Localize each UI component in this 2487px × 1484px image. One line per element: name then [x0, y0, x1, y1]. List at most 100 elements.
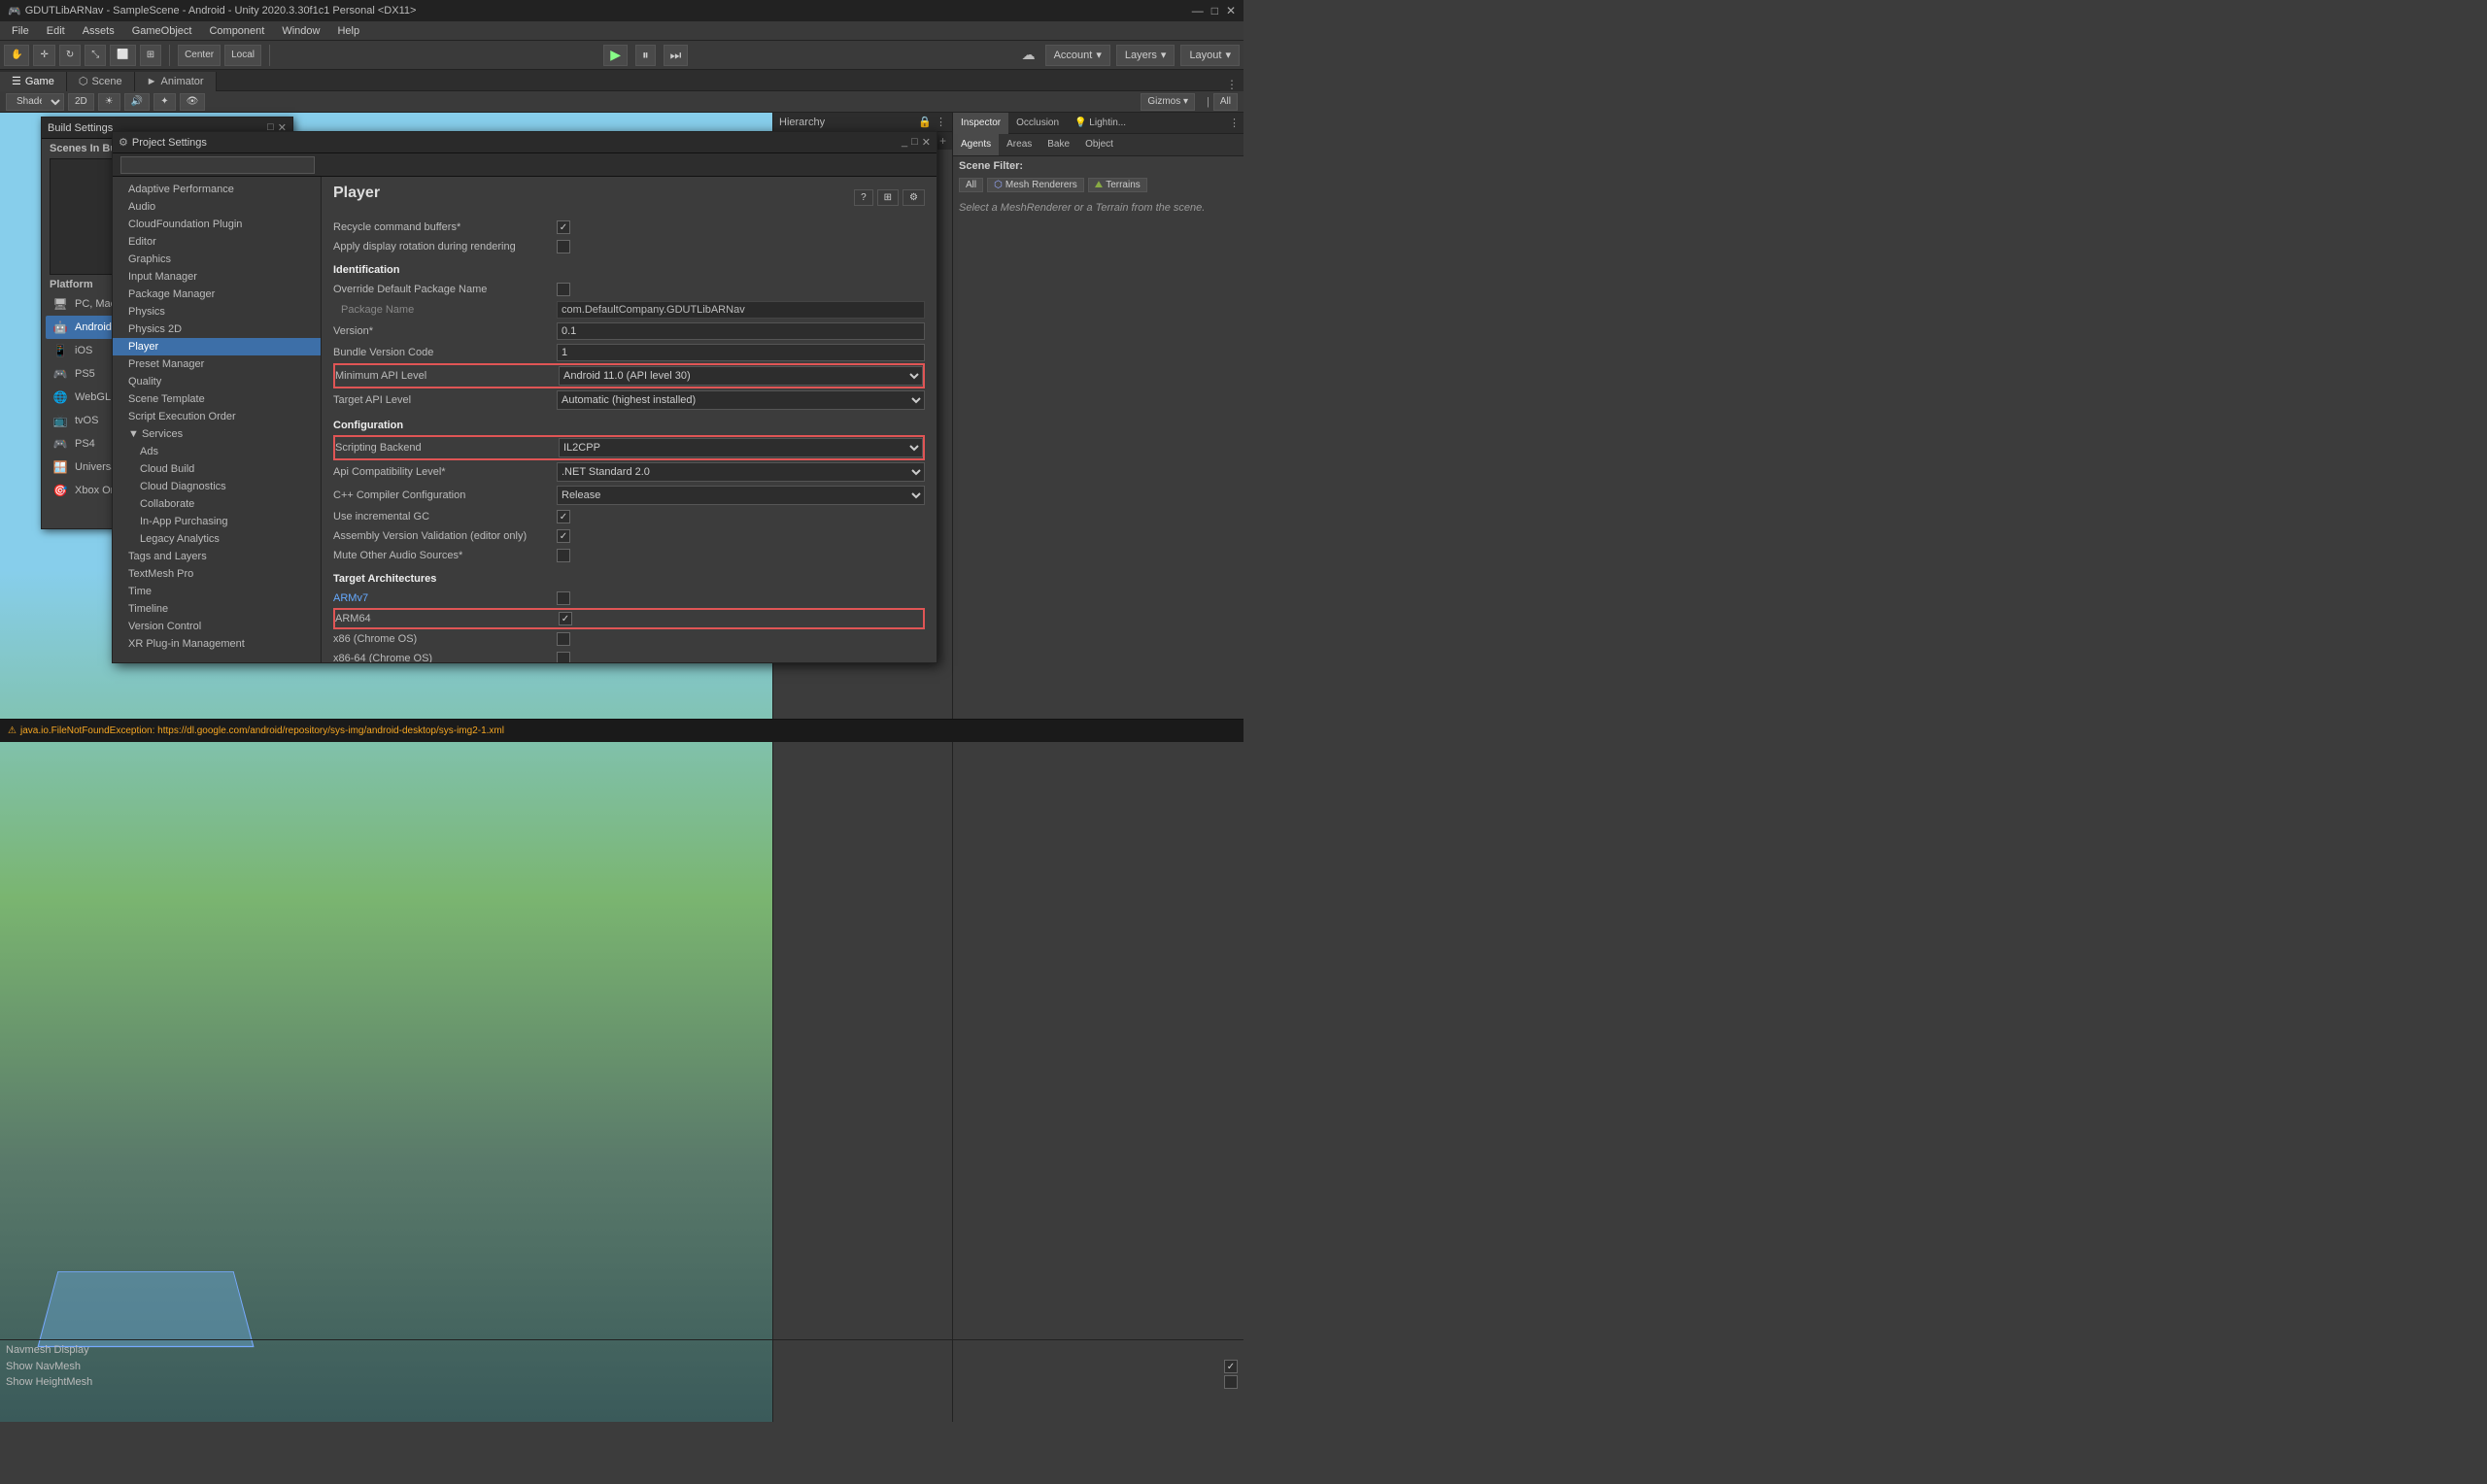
ps-time[interactable]: Time — [113, 583, 321, 600]
ps-input-manager[interactable]: Input Manager — [113, 268, 321, 286]
incremental-gc-checkbox[interactable] — [557, 510, 570, 523]
rect-tool-button[interactable]: ⬜ — [110, 45, 135, 66]
audio-toggle[interactable]: 🔊 — [124, 93, 150, 111]
effects-toggle[interactable]: ✦ — [153, 93, 175, 111]
ps-audio[interactable]: Audio — [113, 198, 321, 216]
hierarchy-add-button[interactable]: + — [939, 134, 946, 148]
ps-physics[interactable]: Physics — [113, 303, 321, 320]
show-heightmesh-checkbox[interactable] — [1224, 1375, 1238, 1389]
min-api-select[interactable]: Android 11.0 (API level 30) — [559, 366, 923, 386]
minimize-button[interactable]: — — [1192, 4, 1204, 17]
lighting-toggle[interactable]: ☀ — [98, 93, 120, 111]
account-dropdown[interactable]: Account▾ — [1045, 45, 1110, 66]
center-button[interactable]: Center — [178, 45, 221, 66]
close-button[interactable]: ✕ — [1226, 4, 1236, 17]
ps-editor[interactable]: Editor — [113, 233, 321, 251]
agents-tab[interactable]: Agents — [953, 134, 999, 155]
menu-help[interactable]: Help — [329, 21, 367, 41]
x86-64-checkbox[interactable] — [557, 652, 570, 662]
hand-tool-button[interactable]: ✋ — [4, 45, 29, 66]
api-compat-select[interactable]: .NET Standard 2.0 — [557, 462, 925, 482]
ps-textmesh-pro[interactable]: TextMesh Pro — [113, 565, 321, 583]
ps-player[interactable]: Player — [113, 338, 321, 355]
assembly-validation-checkbox[interactable] — [557, 529, 570, 543]
ps-services[interactable]: ▼ Services — [113, 425, 321, 443]
menu-edit[interactable]: Edit — [39, 21, 73, 41]
ps-graphics[interactable]: Graphics — [113, 251, 321, 268]
armv7-checkbox[interactable] — [557, 591, 570, 605]
ps-maximize-button[interactable]: □ — [911, 136, 918, 149]
arm64-checkbox[interactable] — [559, 612, 572, 625]
ps-collaborate[interactable]: Collaborate — [113, 495, 321, 513]
cloud-icon[interactable]: ☁ — [1018, 45, 1039, 65]
ps-script-execution[interactable]: Script Execution Order — [113, 408, 321, 425]
ps-timeline[interactable]: Timeline — [113, 600, 321, 618]
inspector-tab[interactable]: Inspector — [953, 113, 1008, 134]
mesh-renderers-filter-btn[interactable]: ⬡ Mesh Renderers — [987, 178, 1084, 192]
mute-audio-checkbox[interactable] — [557, 549, 570, 562]
recycle-checkbox[interactable] — [557, 220, 570, 234]
gizmos-button[interactable]: Gizmos ▾ — [1141, 93, 1195, 111]
override-package-checkbox[interactable] — [557, 283, 570, 296]
scale-tool-button[interactable]: ⤡ — [85, 45, 106, 66]
maximize-button[interactable]: □ — [1211, 4, 1218, 17]
menu-component[interactable]: Component — [201, 21, 272, 41]
player-gear-btn[interactable]: ⚙ — [903, 189, 925, 206]
cpp-compiler-select[interactable]: Release — [557, 486, 925, 505]
ps-close-button[interactable]: ✕ — [922, 136, 931, 149]
menu-gameobject[interactable]: GameObject — [124, 21, 200, 41]
ps-legacy-analytics[interactable]: Legacy Analytics — [113, 530, 321, 548]
shading-select[interactable]: Shaded — [6, 93, 64, 111]
ps-in-app-purchasing[interactable]: In-App Purchasing — [113, 513, 321, 530]
ps-ads[interactable]: Ads — [113, 443, 321, 460]
ps-preset-manager[interactable]: Preset Manager — [113, 355, 321, 373]
2d-button[interactable]: 2D — [68, 93, 94, 111]
player-layout-btn[interactable]: ⊞ — [877, 189, 899, 206]
hierarchy-more-icon[interactable]: ⋮ — [936, 116, 946, 128]
rotate-tool-button[interactable]: ↻ — [59, 45, 81, 66]
transform-tool-button[interactable]: ⊞ — [140, 45, 161, 66]
version-input[interactable] — [557, 322, 925, 340]
occlusion-tab[interactable]: Occlusion — [1008, 113, 1067, 134]
target-api-select[interactable]: Automatic (highest installed) — [557, 390, 925, 410]
local-button[interactable]: Local — [224, 45, 261, 66]
package-name-input[interactable] — [557, 301, 925, 319]
ps-search-input[interactable] — [120, 156, 315, 174]
ps-version-control[interactable]: Version Control — [113, 618, 321, 635]
menu-file[interactable]: File — [4, 21, 37, 41]
scripting-backend-select[interactable]: IL2CPP — [559, 438, 923, 457]
scene-dots-button[interactable]: ⋮ — [1226, 78, 1238, 91]
layout-dropdown[interactable]: Layout▾ — [1180, 45, 1240, 66]
pause-button[interactable]: ⏸ — [635, 45, 656, 66]
ps-cloudfoundation[interactable]: CloudFoundation Plugin — [113, 216, 321, 233]
scene-tab[interactable]: ⬡ Scene — [67, 72, 135, 91]
layers-dropdown[interactable]: Layers▾ — [1116, 45, 1175, 66]
ps-adaptive-performance[interactable]: Adaptive Performance — [113, 181, 321, 198]
ps-cloud-build[interactable]: Cloud Build — [113, 460, 321, 478]
scene-visibility-toggle[interactable]: 👁 — [180, 93, 206, 111]
show-navmesh-checkbox[interactable] — [1224, 1360, 1238, 1373]
ps-quality[interactable]: Quality — [113, 373, 321, 390]
game-tab[interactable]: ☰ Game — [0, 72, 67, 91]
bundle-version-input[interactable] — [557, 344, 925, 361]
player-help-btn[interactable]: ? — [854, 189, 873, 206]
move-tool-button[interactable]: ✛ — [33, 45, 54, 66]
play-button[interactable]: ▶ — [603, 45, 628, 66]
ps-package-manager[interactable]: Package Manager — [113, 286, 321, 303]
inspector-more-icon[interactable]: ⋮ — [1225, 117, 1244, 129]
object-tab[interactable]: Object — [1077, 134, 1121, 155]
lighting-tab[interactable]: 💡 Lightin... — [1067, 113, 1134, 134]
step-button[interactable]: ⏭ — [664, 45, 689, 66]
ps-minimize-button[interactable]: _ — [902, 136, 907, 149]
areas-tab[interactable]: Areas — [999, 134, 1039, 155]
ps-cloud-diagnostics[interactable]: Cloud Diagnostics — [113, 478, 321, 495]
ps-physics2d[interactable]: Physics 2D — [113, 320, 321, 338]
terrains-filter-btn[interactable]: ⛰ Terrains — [1088, 178, 1147, 192]
animator-tab[interactable]: ► Animator — [135, 72, 217, 91]
menu-assets[interactable]: Assets — [75, 21, 122, 41]
hierarchy-lock-icon[interactable]: 🔒 — [918, 116, 932, 128]
menu-window[interactable]: Window — [274, 21, 327, 41]
x86-checkbox[interactable] — [557, 632, 570, 646]
apply-display-checkbox[interactable] — [557, 240, 570, 253]
bake-tab[interactable]: Bake — [1039, 134, 1077, 155]
